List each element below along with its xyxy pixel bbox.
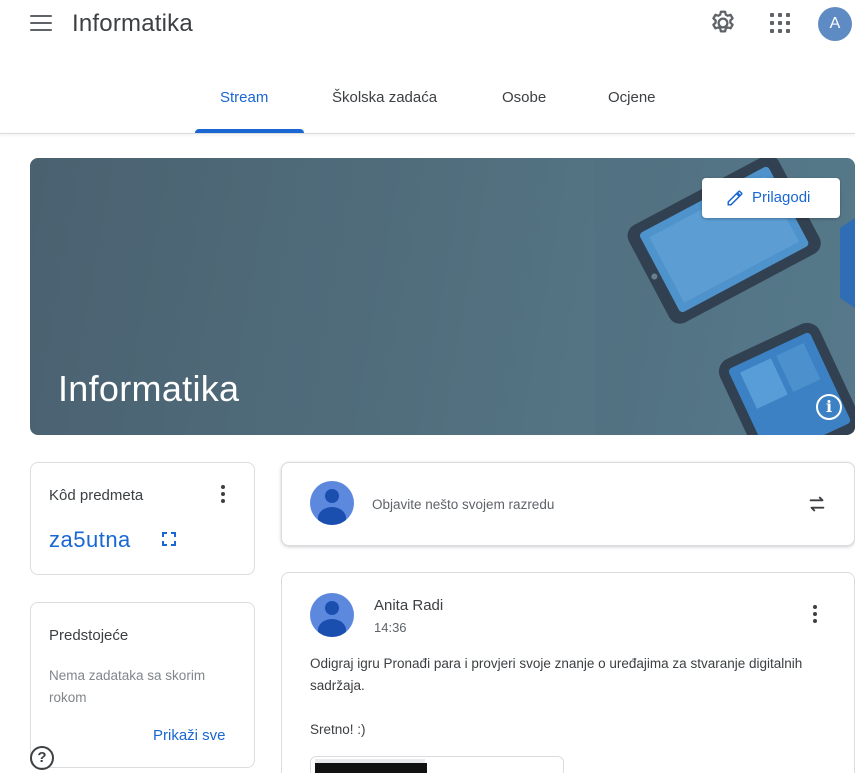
top-app-bar: Informatika A — [0, 0, 855, 52]
class-code-value: za5utna — [49, 527, 131, 552]
announcement-post: Anita Radi 14:36 Odigraj igru Pronađi pa… — [281, 572, 855, 773]
post-attachment[interactable] — [310, 756, 564, 773]
account-avatar[interactable]: A — [818, 7, 852, 41]
info-icon[interactable]: i — [816, 394, 842, 420]
user-avatar — [310, 481, 354, 525]
more-vert-icon[interactable] — [217, 483, 229, 505]
help-icon[interactable]: ? — [30, 746, 54, 770]
tab-grades[interactable]: Ocjene — [608, 89, 656, 106]
post-paragraph: Odigraj igru Pronađi para i provjeri svo… — [310, 656, 803, 693]
author-avatar — [310, 593, 354, 637]
app-title[interactable]: Informatika — [72, 10, 193, 38]
banner-class-title: Informatika — [58, 368, 240, 409]
tab-stream[interactable]: Stream — [220, 89, 268, 106]
compose-announcement[interactable]: Objavite nešto svojem razredu — [281, 462, 855, 546]
upcoming-card: Predstojeće Nema zadataka sa skorim roko… — [30, 602, 255, 768]
tabs-divider — [0, 133, 855, 134]
post-author: Anita Radi — [374, 597, 444, 614]
class-tabs: Stream Školska zadaća Osobe Ocjene — [0, 72, 855, 134]
attachment-thumbnail — [315, 763, 427, 773]
repost-icon[interactable] — [806, 493, 828, 515]
customize-label: Prilagodi — [752, 189, 811, 206]
customize-button[interactable]: Prilagodi — [702, 178, 840, 218]
menu-icon[interactable] — [30, 15, 52, 33]
upcoming-title: Predstojeće — [49, 627, 129, 644]
post-paragraph: Sretno! :) — [310, 722, 366, 737]
view-all-link[interactable]: Prikaži sve — [153, 727, 226, 744]
more-vert-icon[interactable] — [809, 603, 821, 625]
post-body: Odigraj igru Pronađi para i provjeri svo… — [310, 653, 830, 763]
fullscreen-icon[interactable] — [161, 531, 177, 547]
class-code-card: Kôd predmeta za5utna — [30, 462, 255, 575]
class-banner: Informatika Prilagodi i — [30, 158, 855, 435]
pencil-icon — [727, 190, 743, 206]
tab-classwork[interactable]: Školska zadaća — [332, 89, 437, 106]
class-code-label: Kôd predmeta — [49, 487, 144, 504]
upcoming-empty-text: Nema zadataka sa skorim rokom — [49, 668, 206, 705]
apps-grid-icon[interactable] — [770, 13, 792, 35]
post-time: 14:36 — [374, 620, 407, 635]
compose-placeholder[interactable]: Objavite nešto svojem razredu — [372, 497, 554, 512]
tab-people[interactable]: Osobe — [502, 89, 546, 106]
gear-icon[interactable] — [708, 8, 738, 38]
